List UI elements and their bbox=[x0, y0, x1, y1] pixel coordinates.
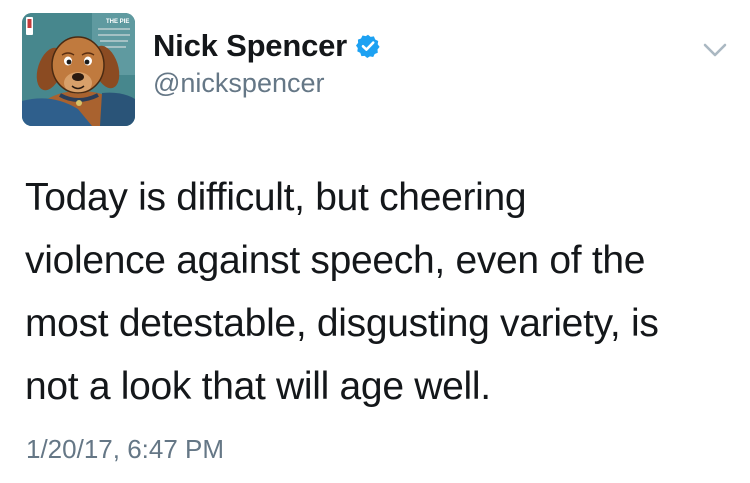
tweet-text: Today is difficult, but cheering violenc… bbox=[25, 166, 725, 418]
dog-comic-avatar-icon: THE PIE bbox=[22, 13, 135, 126]
tweet-text-line: not a look that will age well. bbox=[25, 365, 491, 408]
avatar-badge-text: THE PIE bbox=[106, 19, 129, 25]
tweet-text-line: most detestable, disgusting variety, is bbox=[25, 302, 659, 345]
avatar[interactable]: THE PIE bbox=[22, 13, 135, 126]
tweet-text-line: Today is difficult, but cheering bbox=[25, 176, 527, 219]
tweet-text-line: violence against speech, even of the bbox=[25, 239, 646, 282]
verified-badge-icon bbox=[356, 34, 380, 58]
author-display-name[interactable]: Nick Spencer bbox=[153, 28, 347, 64]
author-name-row[interactable]: Nick Spencer bbox=[153, 24, 380, 68]
tweet-card: THE PIE Nick Spencer @nickspencer Today … bbox=[0, 0, 750, 483]
tweet-timestamp[interactable]: 1/20/17, 6:47 PM bbox=[26, 434, 224, 465]
chevron-down-icon[interactable] bbox=[702, 42, 728, 58]
author-handle[interactable]: @nickspencer bbox=[153, 68, 324, 99]
